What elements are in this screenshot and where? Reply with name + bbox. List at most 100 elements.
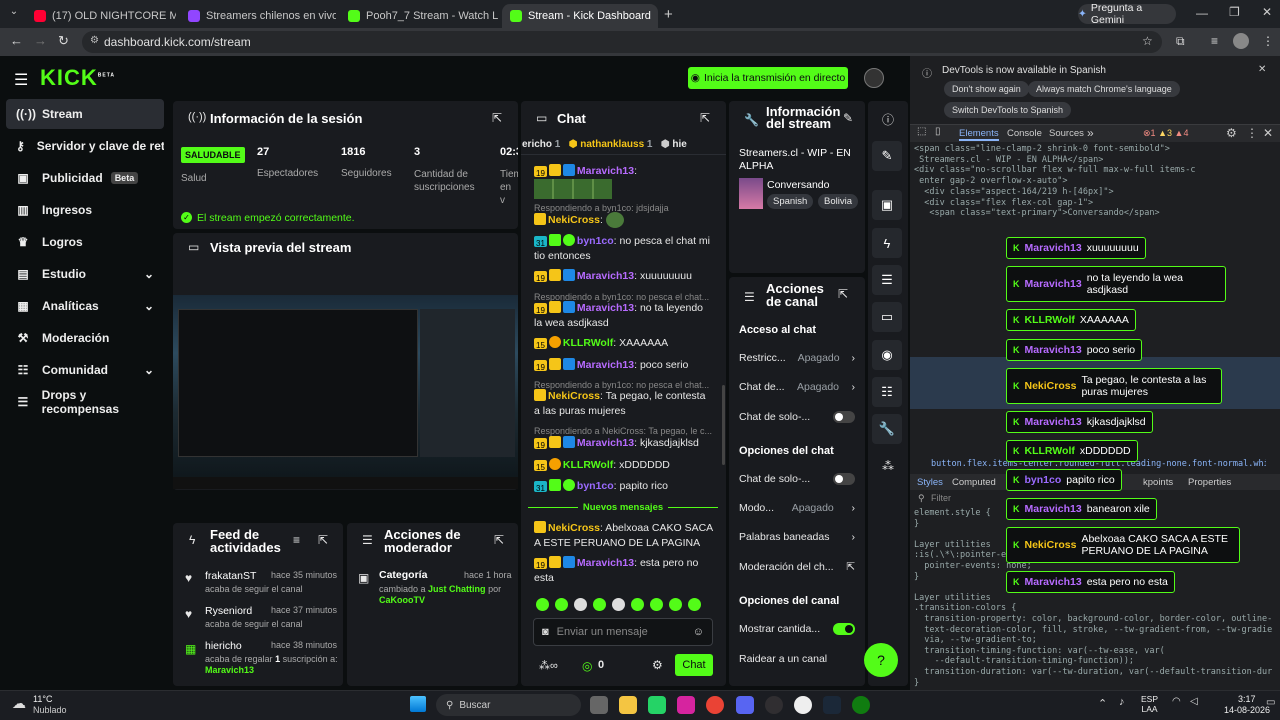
info-icon[interactable]: ⓘ [882,111,894,128]
emote-icon[interactable] [669,598,682,611]
sidebar-item-moderacion[interactable]: ⚒ Moderación [6,323,164,353]
steam-icon[interactable] [823,696,841,714]
tray-chevron-icon[interactable]: ⌃ [1098,697,1107,710]
chat-username[interactable]: KLLRWolf [563,459,613,471]
setting-row[interactable]: Modo... Apagado › [739,502,855,514]
minimize-icon[interactable]: — [1196,6,1208,20]
media-icon[interactable]: ≡ [1211,34,1218,48]
close-icon[interactable]: ✕ [1258,64,1266,75]
list-icon[interactable]: ☰ [872,265,902,295]
chrome-icon[interactable] [706,696,724,714]
chat-input[interactable]: ◙ Enviar un mensaje ☺ [533,618,713,646]
emote-icon[interactable] [555,598,568,611]
emote-icon[interactable] [593,598,606,611]
emote-icon[interactable] [650,598,663,611]
broadcast-icon[interactable]: ◉ [872,340,902,370]
popout-icon[interactable]: ⇱ [492,111,502,125]
maximize-icon[interactable]: ❐ [1229,5,1240,19]
popout-icon[interactable]: ⇱ [838,287,848,301]
discord-icon[interactable] [736,696,754,714]
weather-temp[interactable]: 11°C [33,694,52,704]
browser-tab-1[interactable]: (17) OLD NIGHTCORE MIX *20✕ [26,4,176,28]
xbox-icon[interactable] [852,696,870,714]
chat-bubble-icon[interactable]: ▭ [872,302,902,332]
lightning-icon[interactable]: ϟ [872,228,902,258]
chat-username[interactable]: NekiCross [548,522,600,534]
chat-username[interactable]: KLLRWolf [563,337,613,349]
sidebar-item-stream[interactable]: ((·)) Stream [6,99,164,129]
styles-tab[interactable]: Styles [917,477,943,488]
setting-row[interactable]: Palabras baneadas › [739,531,855,543]
inspect-icon[interactable]: ⬚ [917,126,926,137]
settings-icon[interactable]: ⚙ [1226,126,1237,140]
extensions-icon[interactable]: ⧉ [1176,34,1185,49]
setting-row[interactable]: Restricc... Apagado › [739,352,855,364]
close-icon[interactable]: ✕ [1263,126,1273,140]
devtools-tab-sources[interactable]: Sources [1049,128,1084,139]
sidebar-item-drops[interactable]: ☰ Drops y recompensas [6,387,164,417]
devtools-tab-elements[interactable]: Elements [959,128,999,141]
volume-icon[interactable]: ◁ [1190,696,1198,707]
edit-icon[interactable]: ✎ [843,111,853,125]
instagram-icon[interactable] [677,696,695,714]
profile-avatar[interactable] [1233,33,1249,49]
stream-preview-video[interactable] [173,295,518,489]
hamburger-icon[interactable]: ☰ [14,70,28,90]
chat-username[interactable]: Maravich13 [577,270,634,282]
tag-chip[interactable]: Bolivia [818,194,858,209]
emote-icon[interactable] [688,598,701,611]
filter-icon[interactable]: ≡ [293,533,300,547]
match-language-button[interactable]: Always match Chrome's language [1028,81,1180,97]
gemini-button[interactable]: ✦ Pregunta a Gemini [1078,2,1176,26]
properties-tab[interactable]: Properties [1188,477,1231,488]
toggle-switch[interactable] [833,623,855,635]
chat-username[interactable]: byn1co [577,235,614,247]
popout-icon[interactable]: ⇱ [318,533,328,547]
stream-category[interactable]: Conversando [767,179,829,191]
address-bar[interactable]: dashboard.kick.com/stream [82,31,1162,53]
windows-start-icon[interactable] [410,696,426,712]
emoji-icon[interactable]: ☺ [693,626,704,638]
back-icon[interactable]: ← [10,33,23,48]
kebab-icon[interactable]: ⋮ [1246,126,1258,140]
video-icon[interactable]: ▣ [872,190,902,220]
popout-icon[interactable]: ⇱ [700,111,710,125]
feed-user[interactable]: Ryseniord [205,605,252,617]
wifi-icon[interactable]: ◠ [1172,696,1181,707]
close-icon[interactable]: ✕ [657,10,658,23]
popout-icon[interactable]: ⇱ [494,533,504,547]
chat-scrollbar[interactable] [722,385,725,465]
chat-settings-icon[interactable]: ◙ [542,626,549,638]
user-avatar[interactable] [864,68,884,88]
browser-tab-2[interactable]: Streamers chilenos en vivo | Tw✕ [180,4,336,28]
switch-spanish-button[interactable]: Switch DevTools to Spanish [944,102,1072,118]
notification-icon[interactable]: ▭ [1266,697,1275,708]
sidebar-item-analiticas[interactable]: ▦ Analíticas ⌄ [6,291,164,321]
setting-row[interactable]: Raidear a un canal [739,653,855,665]
chat-username[interactable]: Maravich13 [577,437,634,449]
new-messages-divider[interactable]: Nuevos mensajes [528,501,719,513]
emote-icon[interactable] [612,598,625,611]
breakpoints-tab[interactable]: kpoints [1143,477,1173,488]
close-window-icon[interactable]: ✕ [1262,5,1272,19]
taskbar-search[interactable]: ⚲ Buscar [436,694,581,716]
lang-indicator[interactable]: ESP LAA [1141,694,1158,714]
menu-icon[interactable]: ⋮ [1262,34,1274,48]
toggle-switch[interactable] [833,411,855,423]
toggle-switch[interactable] [833,473,855,485]
sidebar-item-logros[interactable]: ♛ Logros [6,227,164,257]
file-explorer-icon[interactable] [619,696,637,714]
setting-row[interactable]: Chat de... Apagado › [739,381,855,393]
new-tab-icon[interactable]: + [664,6,673,23]
chat-username[interactable]: Maravich13 [577,557,634,569]
bookmark-icon[interactable]: ☆ [1142,34,1153,48]
support-button[interactable]: ? [864,643,898,677]
apps-icon[interactable]: ⁂ [882,459,894,473]
reload-icon[interactable]: ↻ [58,33,69,49]
users-icon[interactable]: ☷ [872,377,902,407]
chat-tools-icon[interactable]: ⁂∞ [539,659,558,672]
tab-search-icon[interactable]: ⌄ [6,6,22,22]
sidebar-item-ingresos[interactable]: ▥ Ingresos [6,195,164,225]
wrench-icon[interactable]: 🔧 [872,414,902,444]
github-icon[interactable] [794,696,812,714]
